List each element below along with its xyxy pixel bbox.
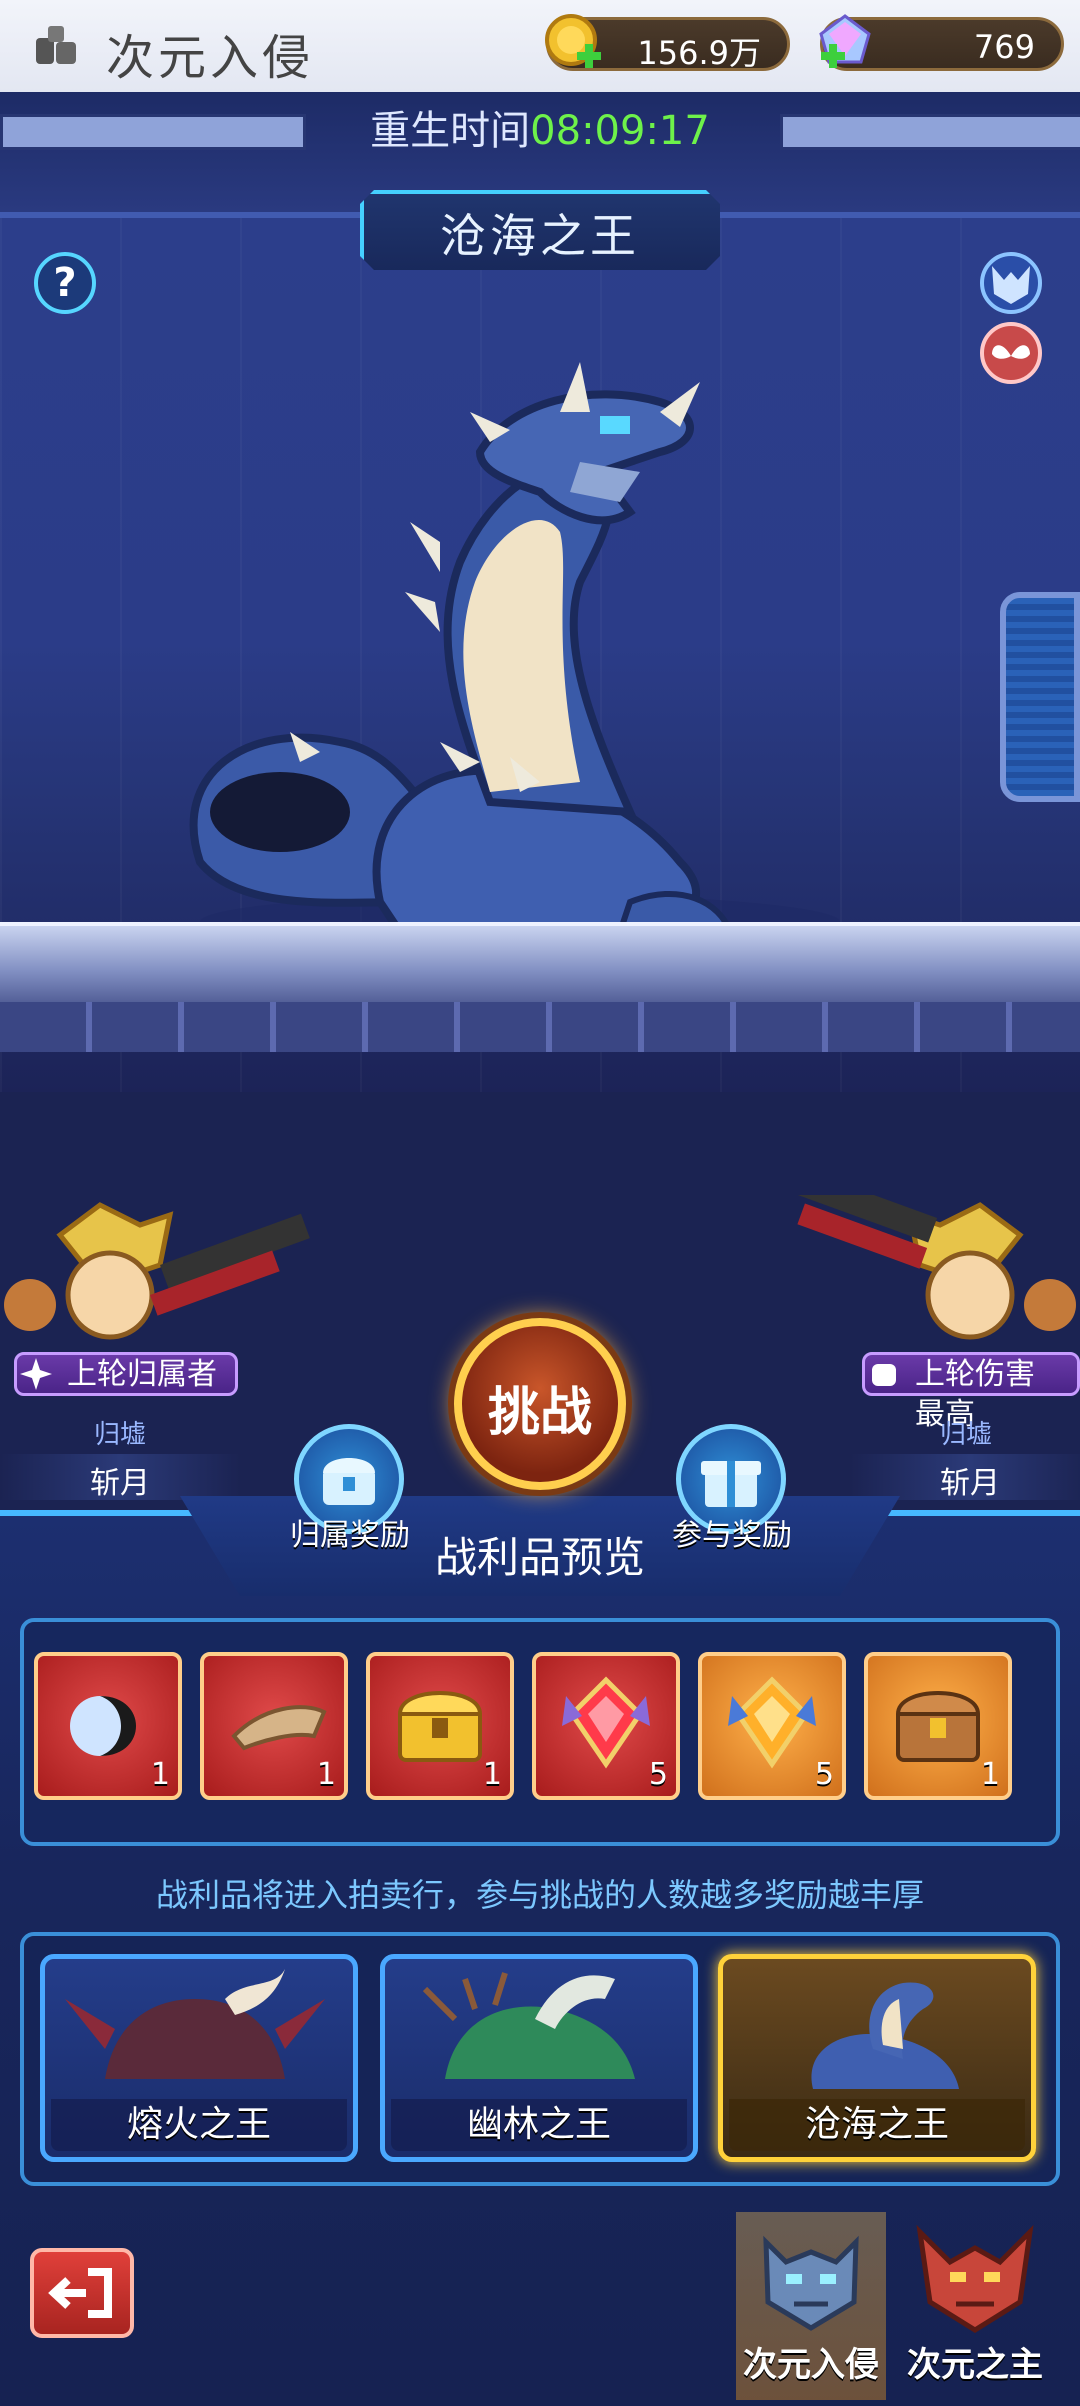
loot-note: 战利品将进入拍卖行，参与挑战的人数越多奖励越丰厚	[155, 1876, 924, 1914]
arena-rail	[0, 1002, 1080, 1052]
question-mark-icon: ?	[53, 260, 77, 306]
boss-tab-sea-king[interactable]: 沧海之王	[718, 1954, 1036, 2162]
blue-demon-mask-icon	[763, 2235, 859, 2331]
left-hero-sprite[interactable]	[0, 1195, 320, 1365]
left-podium-player[interactable]: 斩月	[0, 1458, 240, 1502]
boss-info-button[interactable]	[980, 252, 1042, 314]
gem-value: 769	[973, 28, 1035, 66]
gold-coin-plus-icon[interactable]	[543, 12, 605, 74]
forest-dragon-icon	[422, 1972, 635, 2079]
nav-tab-label: 次元入侵	[743, 2345, 879, 2385]
right-hero-sprite[interactable]	[760, 1195, 1080, 1365]
fire-dragon-icon	[65, 1969, 325, 2079]
help-button[interactable]: ?	[34, 252, 96, 314]
nav-tab-dimension-invasion[interactable]: 次元入侵	[736, 2212, 886, 2400]
arena-walkway	[0, 922, 1080, 1006]
loot-item[interactable]: 5	[532, 1652, 680, 1800]
challenge-label[interactable]: 挑战	[454, 1370, 626, 1445]
app-menu-icon[interactable]	[34, 24, 78, 68]
buff-button[interactable]	[980, 322, 1042, 384]
loot-title: 战利品预览	[434, 1533, 645, 1582]
boss-name: 沧海之王	[440, 209, 640, 263]
monster-head-icon	[992, 266, 1030, 304]
loot-count: 1	[150, 1757, 170, 1792]
nav-tab-dimension-lord[interactable]: 次元之主	[900, 2212, 1050, 2400]
coin-value: 156.9万	[637, 34, 761, 72]
loot-item[interactable]: 1	[200, 1652, 348, 1800]
ownership-reward-label[interactable]: 归属奖励	[250, 1510, 450, 1554]
boss-arena: 重生时间08:09:17 沧海之王 ?	[0, 92, 1080, 1092]
loot-item[interactable]: 1	[34, 1652, 182, 1800]
nav-tab-label: 次元之主	[907, 2345, 1043, 2385]
boss-tab-label: 幽林之王	[466, 2104, 611, 2145]
loot-item[interactable]: 5	[698, 1652, 846, 1800]
coin-counter[interactable]: 156.9万	[545, 14, 790, 72]
exit-arrow-icon	[48, 2268, 112, 2318]
exit-button[interactable]	[30, 2248, 134, 2338]
participation-reward-label[interactable]: 参与奖励	[632, 1510, 832, 1554]
loot-count: 1	[482, 1757, 502, 1792]
right-podium-player[interactable]: 斩月	[850, 1458, 1080, 1502]
loot-count: 5	[648, 1757, 668, 1792]
loot-count: 5	[814, 1757, 834, 1792]
wall-panel	[1000, 592, 1080, 802]
boss-tab-forest-king[interactable]: 幽林之王	[380, 1954, 698, 2162]
boss-sprite[interactable]	[160, 342, 880, 962]
crystal-gem-plus-icon[interactable]	[817, 12, 879, 74]
loot-count: 1	[316, 1757, 336, 1792]
left-podium-guild: 归墟	[93, 1420, 146, 1450]
sparkle-icon	[20, 1358, 52, 1390]
loot-item[interactable]: 1	[864, 1652, 1012, 1800]
top-bar: 次元入侵 156.9万 769	[0, 0, 1080, 96]
loot-item[interactable]: 1	[366, 1652, 514, 1800]
red-demon-mask-icon	[916, 2224, 1034, 2333]
boss-tab-fire-king[interactable]: 熔火之王	[40, 1954, 358, 2162]
respawn-label: 重生时间	[370, 108, 531, 154]
gem-counter[interactable]: 769	[819, 14, 1064, 71]
wings-icon	[992, 345, 1030, 359]
boss-tab-label: 沧海之王	[804, 2104, 949, 2145]
app-title: 次元入侵	[106, 30, 315, 86]
sea-dragon-icon	[811, 1982, 959, 2089]
boss-tab-label: 熔火之王	[126, 2104, 271, 2145]
respawn-timer: 重生时间08:09:17	[0, 98, 1080, 156]
fist-icon	[872, 1364, 896, 1386]
right-podium-guild: 归墟	[939, 1420, 992, 1450]
left-podium-badge-text: 上轮归属者	[67, 1357, 217, 1392]
loot-count: 1	[980, 1757, 1000, 1792]
respawn-time: 08:09:17	[530, 108, 710, 154]
